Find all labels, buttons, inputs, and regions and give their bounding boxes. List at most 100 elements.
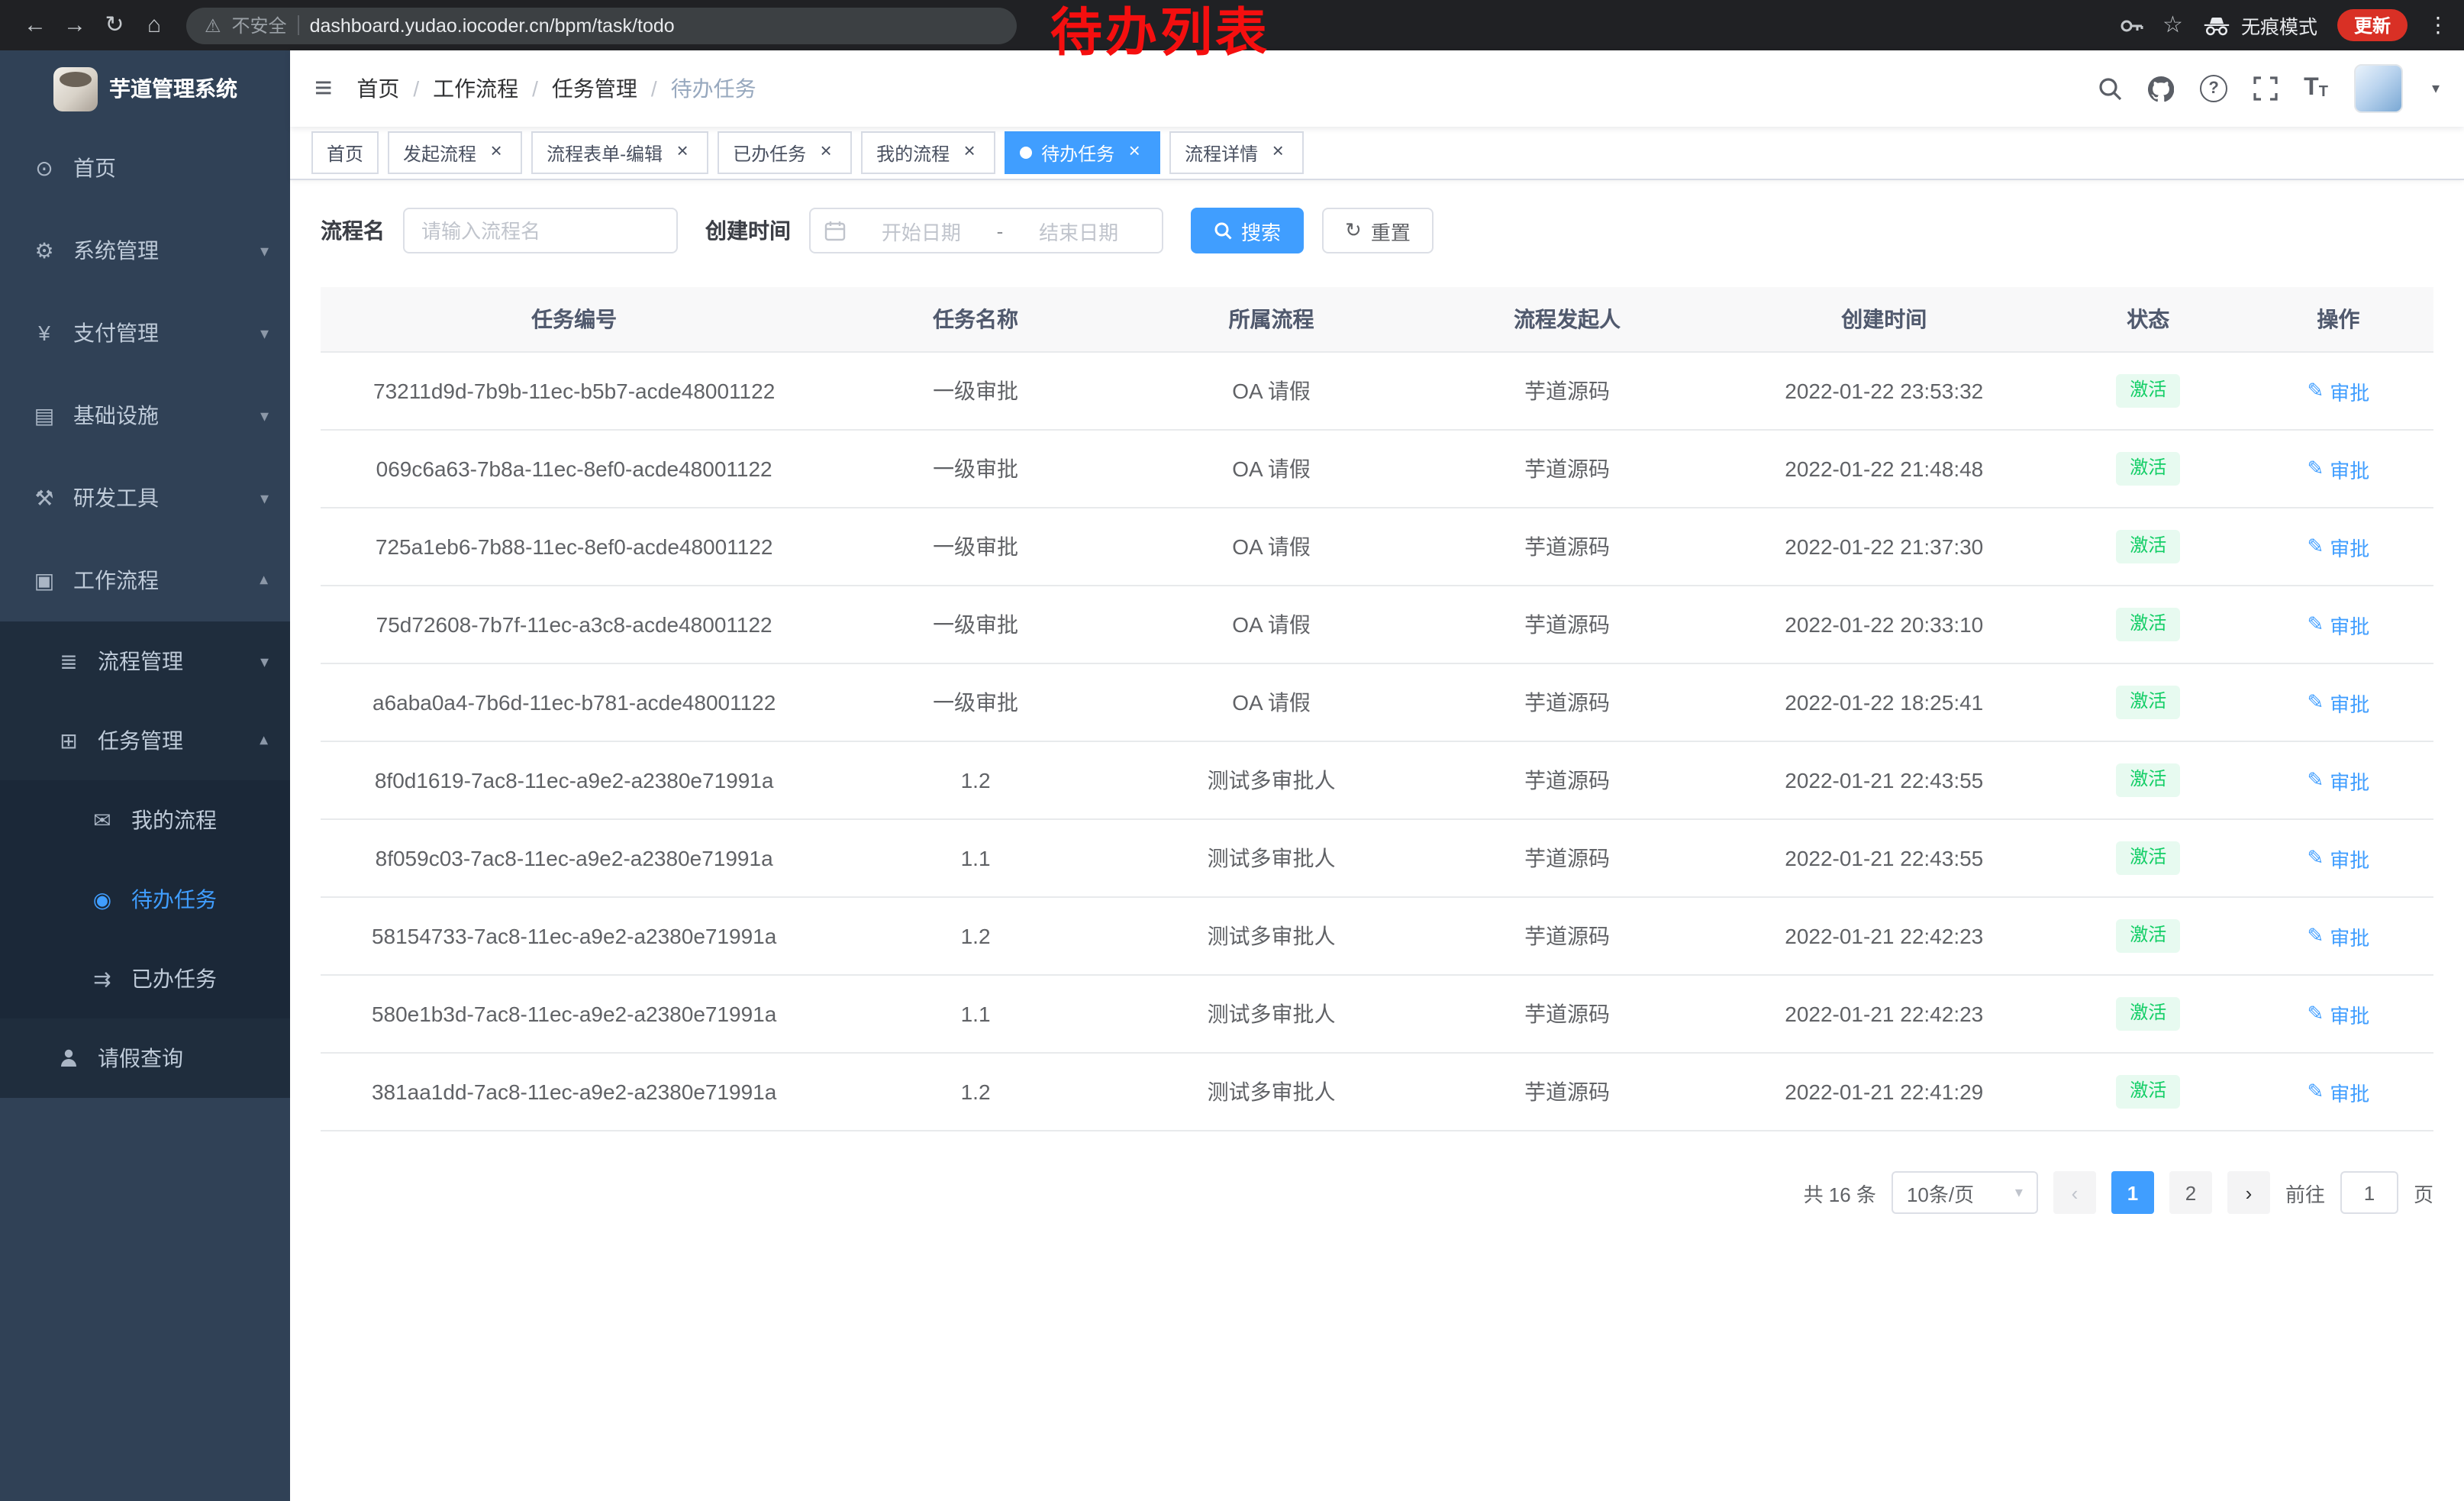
help-icon[interactable]: ? [2200,75,2227,102]
browser-reload-button[interactable]: ↻ [95,0,134,50]
table-row: 069c6a63-7b8a-11ec-8ef0-acde48001122 一级审… [321,430,2433,508]
col-task-name: 任务名称 [827,287,1124,352]
approve-button[interactable]: ✎ 审批 [2307,766,2369,795]
cell-status: 激活 [2053,741,2243,819]
sidebar-item-done-tasks[interactable]: ⇉ 已办任务 [0,939,290,1018]
user-icon [55,1047,82,1069]
browser-home-button[interactable]: ⌂ [134,0,174,50]
security-label[interactable]: 不安全 [232,12,287,38]
screenshot-root: ← → ↻ ⌂ ⚠ 不安全 dashboard.yudao.iocoder.cn… [0,0,2464,1501]
approve-button[interactable]: ✎ 审批 [2307,688,2369,717]
tab-process-form-edit[interactable]: 流程表单-编辑 × [531,131,708,174]
reset-button[interactable]: ↻ 重置 [1322,208,1434,253]
cell-status: 激活 [2053,586,2243,663]
total-count: 共 16 条 [1804,1178,1876,1207]
col-status: 状态 [2053,287,2243,352]
chevron-down-icon: ▾ [260,488,269,508]
github-icon[interactable] [2148,76,2174,102]
browser-forward-button[interactable]: → [55,0,95,50]
approve-button[interactable]: ✎ 审批 [2307,844,2369,873]
approve-button[interactable]: ✎ 审批 [2307,610,2369,639]
tab-my-process[interactable]: 我的流程 × [861,131,995,174]
approve-button[interactable]: ✎ 审批 [2307,376,2369,405]
sidebar-item-process-management[interactable]: ≣ 流程管理 ▾ [0,621,290,701]
sidebar-item-system-management[interactable]: ⚙ 系统管理 ▾ [0,209,290,292]
process-name-label: 流程名 [321,215,385,246]
font-size-icon[interactable]: TT [2304,76,2328,101]
approve-button[interactable]: ✎ 审批 [2307,454,2369,483]
next-page-button[interactable]: › [2227,1171,2270,1214]
app-logo[interactable]: 芋道管理系统 [0,50,290,127]
close-icon[interactable]: × [1267,142,1288,163]
breadcrumb-workflow[interactable]: 工作流程 [433,73,518,104]
calendar-icon [824,220,846,241]
tab-todo-tasks[interactable]: 待办任务 × [1005,131,1160,174]
tab-start-process[interactable]: 发起流程 × [388,131,522,174]
sidebar-item-leave-query[interactable]: 请假查询 [0,1018,290,1098]
close-icon[interactable]: × [1124,142,1145,163]
cell-create-time: 2022-01-22 20:33:10 [1715,586,2053,663]
approve-button[interactable]: ✎ 审批 [2307,922,2369,951]
sidebar-item-payment-management[interactable]: ¥ 支付管理 ▾ [0,292,290,374]
tab-done-tasks[interactable]: 已办任务 × [718,131,852,174]
sidebar-item-infrastructure[interactable]: ▤ 基础设施 ▾ [0,374,290,457]
page-button-1[interactable]: 1 [2111,1171,2154,1214]
breadcrumb-task-management[interactable]: 任务管理 [552,73,637,104]
task-management-icon: ⊞ [55,728,82,754]
process-name-input[interactable] [403,208,678,253]
cell-starter: 芋道源码 [1419,1053,1715,1131]
cell-task-id: a6aba0a4-7b6d-11ec-b781-acde48001122 [321,663,827,741]
key-icon[interactable] [2118,13,2143,37]
page-size-select[interactable]: 10条/页 ▾ [1892,1171,2038,1214]
approve-button[interactable]: ✎ 审批 [2307,532,2369,561]
tab-process-detail[interactable]: 流程详情 × [1169,131,1304,174]
cell-starter: 芋道源码 [1419,586,1715,663]
cell-status: 激活 [2053,430,2243,508]
refresh-icon: ↻ [1345,218,1362,243]
edit-icon: ✎ [2307,924,2324,948]
close-icon[interactable]: × [959,142,980,163]
close-icon[interactable]: × [485,142,507,163]
page-content: 流程名 创建时间 开始日期 - 结束日期 [290,180,2464,1501]
bookmark-star-icon[interactable]: ☆ [2162,0,2183,50]
fullscreen-icon[interactable] [2253,76,2278,101]
browser-menu-icon[interactable]: ⋮ [2427,12,2449,38]
end-date-placeholder: 结束日期 [1009,216,1148,245]
user-avatar[interactable] [2354,64,2403,113]
cell-action: ✎ 审批 [2243,819,2433,897]
cell-create-time: 2022-01-22 21:37:30 [1715,508,2053,586]
cell-action: ✎ 审批 [2243,586,2433,663]
browser-back-button[interactable]: ← [15,0,55,50]
cell-process: OA 请假 [1124,663,1420,741]
sidebar-item-home[interactable]: ⊙ 首页 [0,127,290,209]
page-button-2[interactable]: 2 [2169,1171,2212,1214]
hamburger-icon[interactable]: ≡ [314,73,332,104]
prev-page-button[interactable]: ‹ [2053,1171,2096,1214]
browser-update-button[interactable]: 更新 [2337,9,2408,41]
sidebar-item-devtools[interactable]: ⚒ 研发工具 ▾ [0,457,290,539]
search-icon[interactable] [2098,76,2122,101]
breadcrumb-home[interactable]: 首页 [356,73,399,104]
tab-home[interactable]: 首页 [311,131,379,174]
goto-page-input[interactable] [2340,1171,2398,1214]
cell-process: OA 请假 [1124,430,1420,508]
close-icon[interactable]: × [672,142,693,163]
close-icon[interactable]: × [815,142,837,163]
date-range-picker[interactable]: 开始日期 - 结束日期 [809,208,1163,253]
app-title: 芋道管理系统 [109,73,237,104]
sidebar-item-workflow[interactable]: ▣ 工作流程 ▾ [0,539,290,621]
approve-button[interactable]: ✎ 审批 [2307,999,2369,1028]
cell-starter: 芋道源码 [1419,430,1715,508]
edit-icon: ✎ [2307,379,2324,403]
cell-create-time: 2022-01-21 22:42:23 [1715,897,2053,975]
address-bar[interactable]: ⚠ 不安全 dashboard.yudao.iocoder.cn/bpm/tas… [186,7,1017,44]
sidebar-item-my-process[interactable]: ✉ 我的流程 [0,780,290,860]
sidebar-item-task-management[interactable]: ⊞ 任务管理 ▾ [0,701,290,780]
approve-button[interactable]: ✎ 审批 [2307,1077,2369,1106]
cell-task-id: 73211d9d-7b9b-11ec-b5b7-acde48001122 [321,352,827,430]
cell-starter: 芋道源码 [1419,352,1715,430]
col-create-time: 创建时间 [1715,287,2053,352]
sidebar-item-todo-tasks[interactable]: ◉ 待办任务 [0,860,290,939]
cell-starter: 芋道源码 [1419,508,1715,586]
search-button[interactable]: 搜索 [1191,208,1304,253]
